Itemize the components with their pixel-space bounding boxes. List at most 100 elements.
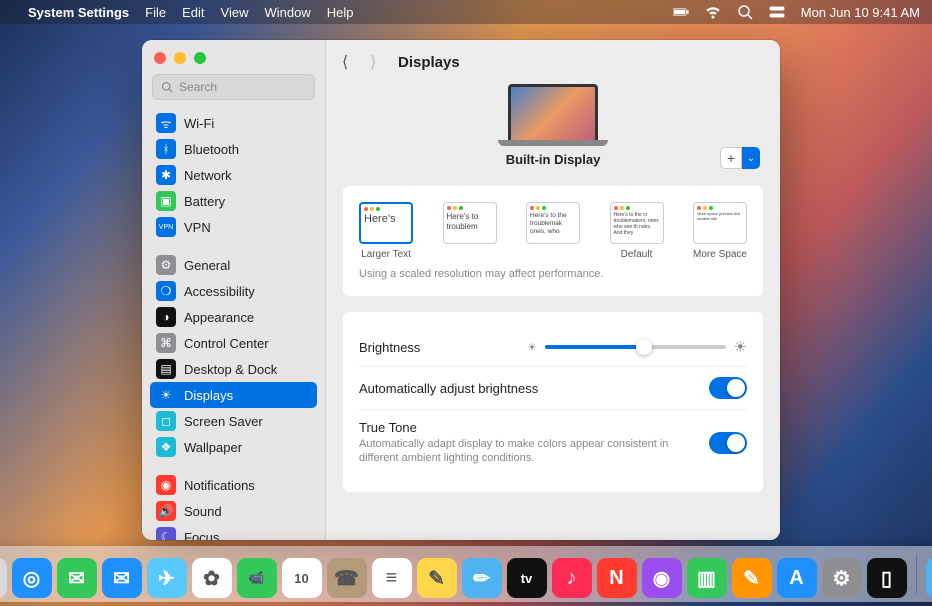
sidebar-item-label: Bluetooth	[184, 142, 239, 157]
dock-app-settings[interactable]: ⚙	[822, 558, 862, 598]
dock-app-podcasts[interactable]: ◉	[642, 558, 682, 598]
true-tone-desc: Automatically adapt display to make colo…	[359, 437, 679, 466]
dock-app-numbers[interactable]: ▥	[687, 558, 727, 598]
titlebar: ⟨ ⟩ Displays	[326, 40, 780, 84]
datetime[interactable]: Mon Jun 10 9:41 AM	[801, 5, 920, 20]
sidebar-item-label: Wi-Fi	[184, 116, 214, 131]
sidebar-item-label: Appearance	[184, 310, 254, 325]
menu-file[interactable]: File	[145, 5, 166, 20]
sidebar-item-label: Control Center	[184, 336, 269, 351]
sidebar-item-label: Network	[184, 168, 232, 183]
forward-button[interactable]: ⟩	[370, 52, 386, 72]
dock-app-photos[interactable]: ✿	[192, 558, 232, 598]
sidebar-item-displays[interactable]: ☀ Displays	[150, 382, 317, 408]
menu-view[interactable]: View	[221, 5, 249, 20]
device-section: Built-in Display + ⌄	[326, 84, 780, 185]
resolution-thumb-0: Here's	[359, 202, 413, 244]
menu-edit[interactable]: Edit	[182, 5, 204, 20]
wifi-status-icon[interactable]	[705, 4, 721, 20]
menu-help[interactable]: Help	[327, 5, 354, 20]
wifi-icon: ᯤ	[156, 113, 176, 133]
resolution-label-0: Larger Text	[361, 249, 411, 260]
resolution-option-2[interactable]: Here's to the troublemak ones, who	[526, 202, 580, 260]
display-name: Built-in Display	[346, 152, 760, 167]
battery-status-icon[interactable]	[673, 4, 689, 20]
dock-app-freeform[interactable]: ✏	[462, 558, 502, 598]
resolution-thumb-3: Here's to the cr troublemakers, ones who…	[610, 202, 664, 244]
sidebar-item-general[interactable]: ⚙General	[150, 252, 317, 278]
app-menu[interactable]: System Settings	[28, 5, 129, 20]
dock-app-news[interactable]: N	[597, 558, 637, 598]
focus-icon: ☾	[156, 527, 176, 540]
dock-app-facetime[interactable]: 📹	[237, 558, 277, 598]
dock-app-reminders[interactable]: ≡	[372, 558, 412, 598]
control-center-icon: ⌘	[156, 333, 176, 353]
sidebar-item-control-center[interactable]: ⌘ Control Center	[150, 330, 317, 356]
add-display-dropdown[interactable]: ⌄	[742, 147, 760, 169]
battery-icon: ▣	[156, 191, 176, 211]
resolution-option-3[interactable]: Here's to the cr troublemakers, ones who…	[610, 202, 664, 260]
dock-app-tv[interactable]: tv	[507, 558, 547, 598]
dock-app-notes[interactable]: ✎	[417, 558, 457, 598]
sidebar-item-battery[interactable]: ▣ Battery	[150, 188, 317, 214]
minimize-window-button[interactable]	[174, 52, 186, 64]
spotlight-icon[interactable]	[737, 4, 753, 20]
dock-app-contacts[interactable]: ☎	[327, 558, 367, 598]
sidebar-item-appearance[interactable]: ◑Appearance	[150, 304, 317, 330]
sidebar-item-bluetooth[interactable]: ᚼ Bluetooth	[150, 136, 317, 162]
sidebar-item-wifi[interactable]: ᯤ Wi-Fi	[150, 110, 317, 136]
dock-app-maps[interactable]: ✈	[147, 558, 187, 598]
menu-window[interactable]: Window	[264, 5, 310, 20]
dock-app-launchpad[interactable]: ⊞	[0, 558, 7, 598]
dock-app-calendar[interactable]: 10	[282, 558, 322, 598]
add-display-button[interactable]: +	[720, 147, 742, 169]
brightness-slider[interactable]	[545, 345, 726, 349]
resolution-option-1[interactable]: Here's to troublem	[443, 202, 497, 260]
displays-icon: ☀	[156, 385, 176, 405]
resolution-label-4: More Space	[693, 249, 747, 260]
close-window-button[interactable]	[154, 52, 166, 64]
bluetooth-icon: ᚼ	[156, 139, 176, 159]
true-tone-toggle[interactable]	[709, 432, 747, 454]
sidebar-item-desktop-dock[interactable]: ▤Desktop & Dock	[150, 356, 317, 382]
brightness-label: Brightness	[359, 340, 527, 355]
sidebar-item-label: Wallpaper	[184, 440, 242, 455]
content: ⟨ ⟩ Displays Built-in Display + ⌄ Here's…	[326, 40, 780, 540]
auto-brightness-toggle[interactable]	[709, 377, 747, 399]
sidebar-item-focus[interactable]: ☾Focus	[150, 524, 317, 540]
dock-app-music[interactable]: ♪	[552, 558, 592, 598]
vpn-icon: VPN	[156, 217, 176, 237]
dock-app-iphone-mirroring[interactable]: ▯	[867, 558, 907, 598]
sidebar-item-label: Screen Saver	[184, 414, 263, 429]
brightness-high-icon: ☀	[734, 338, 747, 356]
dock-app-appstore[interactable]: A	[777, 558, 817, 598]
search-input[interactable]: Search	[152, 74, 315, 100]
sidebar-item-label: Battery	[184, 194, 225, 209]
sidebar-item-screen-saver[interactable]: ◻ Screen Saver	[150, 408, 317, 434]
brightness-row: Brightness ☀ ☀	[359, 328, 747, 367]
dock-separator	[916, 554, 917, 594]
resolution-thumb-1: Here's to troublem	[443, 202, 497, 244]
sidebar: Search ᯤ Wi-Fi ᚼ Bluetooth ✱Network ▣ Battery V…	[142, 40, 326, 540]
dock-app-safari[interactable]: ◎	[12, 558, 52, 598]
dock-app-messages[interactable]: ✉	[57, 558, 97, 598]
screen-saver-icon: ◻	[156, 411, 176, 431]
sidebar-item-notifications[interactable]: ◉Notifications	[150, 472, 317, 498]
accessibility-icon: ❍	[156, 281, 176, 301]
back-button[interactable]: ⟨	[342, 52, 358, 72]
dock-app-mail[interactable]: ✉	[102, 558, 142, 598]
dock-app-downloads[interactable]: ⬇	[926, 558, 932, 598]
resolution-option-0[interactable]: Here's Larger Text	[359, 202, 413, 260]
control-center-icon[interactable]	[769, 4, 785, 20]
sidebar-item-wallpaper[interactable]: ❖Wallpaper	[150, 434, 317, 460]
sidebar-item-accessibility[interactable]: ❍Accessibility	[150, 278, 317, 304]
zoom-window-button[interactable]	[194, 52, 206, 64]
dock-app-pages[interactable]: ✎	[732, 558, 772, 598]
sidebar-item-label: Sound	[184, 504, 222, 519]
sidebar-item-label: VPN	[184, 220, 211, 235]
sidebar-item-network[interactable]: ✱Network	[150, 162, 317, 188]
sidebar-item-sound[interactable]: 🔊Sound	[150, 498, 317, 524]
resolution-option-4[interactable]: More space preview text smaller stillMor…	[693, 202, 747, 260]
sidebar-item-vpn[interactable]: VPN VPN	[150, 214, 317, 240]
sidebar-item-label: Displays	[184, 388, 233, 403]
